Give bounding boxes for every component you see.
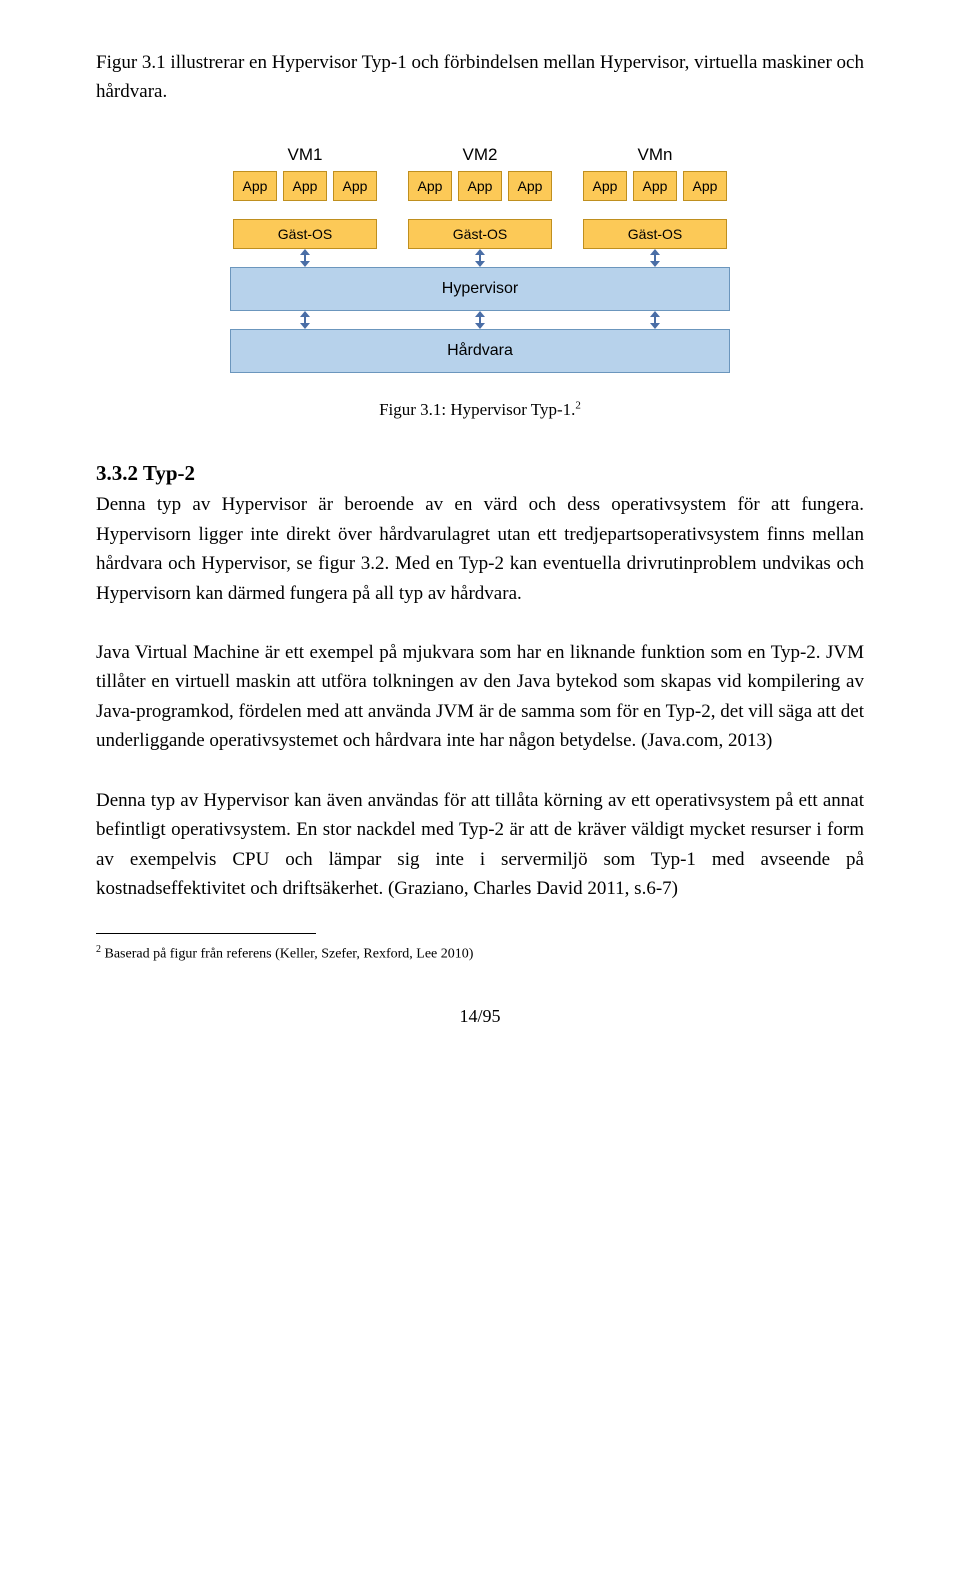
intro-paragraph: Figur 3.1 illustrerar en Hypervisor Typ-… [96,48,864,107]
arrow-icon [304,249,306,267]
arrow-icon [654,311,656,329]
vm-label: VM2 [463,145,498,165]
app-box: App [408,171,452,201]
arrow-icon [479,311,481,329]
footnote-rule [96,933,316,934]
app-box: App [633,171,677,201]
app-box: App [508,171,552,201]
hypervisor-row: Hypervisor [230,267,730,311]
caption-text: Figur 3.1: Hypervisor Typ-1. [379,400,575,419]
app-box: App [333,171,377,201]
hardware-box: Hårdvara [230,329,730,373]
app-box: App [233,171,277,201]
arrow-icon [654,249,656,267]
section-paragraph-3: Denna typ av Hypervisor kan även använda… [96,786,864,904]
vm-row: VM1 App App App Gäst-OS VM2 App App App [230,145,730,249]
vm-2: VM2 App App App Gäst-OS [405,145,555,249]
hardware-row: Hårdvara [230,329,730,373]
vm-1: VM1 App App App Gäst-OS [230,145,380,249]
page: Figur 3.1 illustrerar en Hypervisor Typ-… [0,0,960,1067]
figure-3-1: VM1 App App App Gäst-OS VM2 App App App [96,145,864,423]
hypervisor-box: Hypervisor [230,267,730,311]
guest-os-box: Gäst-OS [408,219,552,249]
page-number: 14/95 [96,1006,864,1027]
apps: App App App [233,171,377,201]
figure-caption: Figur 3.1: Hypervisor Typ-1.2 [379,397,581,423]
footnote: 2 Baserad på figur från referens (Keller… [96,942,864,965]
arrow-icon [479,249,481,267]
section-paragraph-1: Denna typ av Hypervisor är beroende av e… [96,490,864,608]
apps: App App App [583,171,727,201]
section-paragraph-2: Java Virtual Machine är ett exempel på m… [96,638,864,756]
app-box: App [283,171,327,201]
caption-footnote-ref: 2 [575,399,581,411]
apps: App App App [408,171,552,201]
vm-n: VMn App App App Gäst-OS [580,145,730,249]
app-box: App [683,171,727,201]
footnote-text: Baserad på figur från referens (Keller, … [101,947,473,962]
app-box: App [583,171,627,201]
diagram: VM1 App App App Gäst-OS VM2 App App App [230,145,730,373]
section-heading: 3.3.2 Typ-2 [96,461,864,486]
arrow-icon [304,311,306,329]
vm-label: VMn [638,145,673,165]
guest-os-box: Gäst-OS [583,219,727,249]
vm-label: VM1 [288,145,323,165]
guest-os-box: Gäst-OS [233,219,377,249]
app-box: App [458,171,502,201]
